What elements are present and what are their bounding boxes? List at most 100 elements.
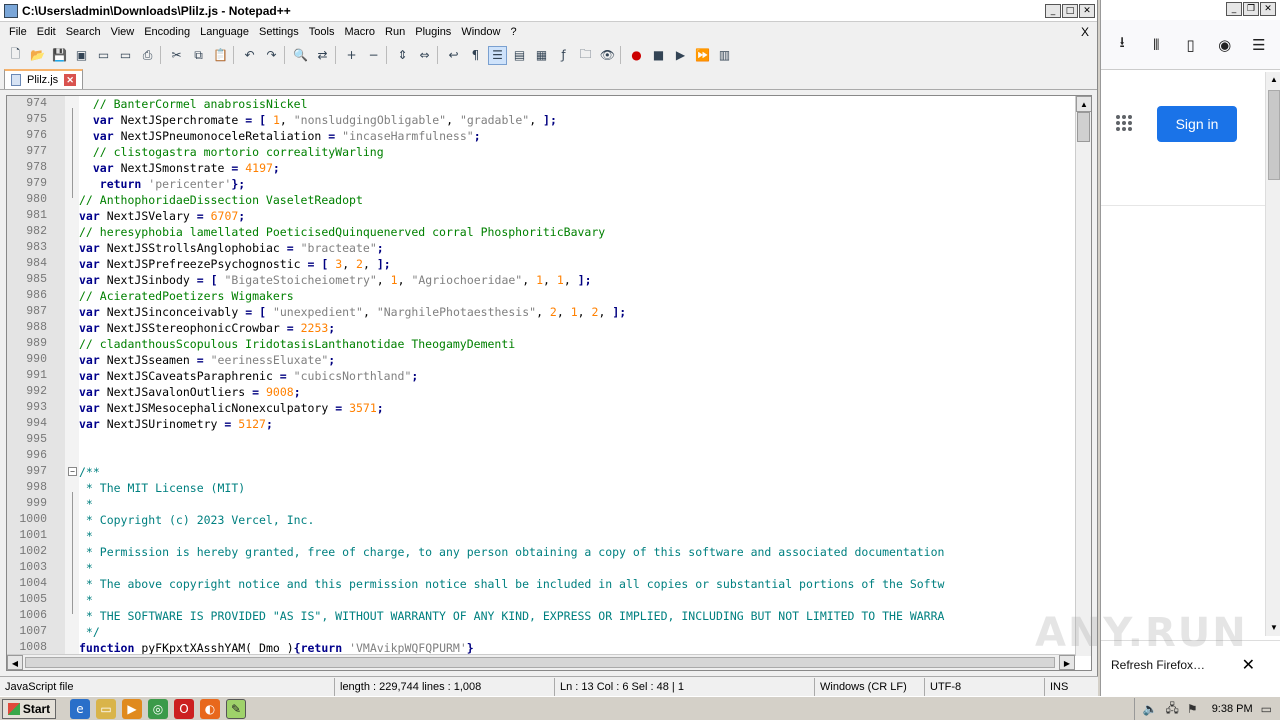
run-macro-multiple-icon[interactable]: ⏩ <box>693 46 712 65</box>
code-line[interactable]: 995 <box>7 432 1075 448</box>
code-line[interactable]: 1007 */ <box>7 624 1075 640</box>
account-icon[interactable]: ◉ <box>1215 35 1235 55</box>
status-insert-mode[interactable]: INS <box>1045 678 1095 696</box>
play-macro-icon[interactable]: ▶ <box>671 46 690 65</box>
code-line[interactable]: 982 // heresyphobia lamellated Poeticised… <box>7 224 1075 240</box>
code-line[interactable]: 987 var NextJSinconceivably = [ "unexpedi… <box>7 304 1075 320</box>
copy-icon[interactable]: ⧉ <box>189 46 208 65</box>
cut-icon[interactable]: ✂ <box>167 46 186 65</box>
menu-help[interactable]: ? <box>505 26 521 38</box>
close-tab-icon[interactable]: ✕ <box>64 74 77 86</box>
hamburger-menu-icon[interactable]: ☰ <box>1249 35 1269 55</box>
code-line[interactable]: 984 var NextJSPrefreezePsychognostic = [ … <box>7 256 1075 272</box>
sign-in-button[interactable]: Sign in <box>1157 106 1237 142</box>
show-desktop-icon[interactable]: ▭ <box>1261 702 1272 716</box>
code-line[interactable]: 989 // cladanthousScopulous IridotasisLan… <box>7 336 1075 352</box>
save-macro-icon[interactable]: ▥ <box>715 46 734 65</box>
flag-icon[interactable]: ⚑ <box>1187 702 1198 716</box>
show-all-chars-icon[interactable]: ¶ <box>466 46 485 65</box>
code-line[interactable]: 998 * The MIT License (MIT) <box>7 480 1075 496</box>
sync-h-icon[interactable]: ⇔ <box>415 46 434 65</box>
title-bar[interactable]: C:\Users\admin\Downloads\Plilz.js - Note… <box>0 0 1097 22</box>
code-area[interactable]: 974 // BanterCormel anabrosisNickel 975 v… <box>7 96 1075 656</box>
word-wrap-icon[interactable]: ↩ <box>444 46 463 65</box>
clock[interactable]: 9:38 PM <box>1212 703 1253 715</box>
menu-search[interactable]: Search <box>61 26 106 38</box>
code-line[interactable]: 975 var NextJSperchromate = [ 1, "nonslu… <box>7 112 1075 128</box>
firefox-scroll-down-arrow[interactable]: ▼ <box>1266 620 1280 636</box>
code-line[interactable]: 977 // clistogastra mortorio correalityW… <box>7 144 1075 160</box>
code-line[interactable]: 1004 * The above copyright notice and th… <box>7 576 1075 592</box>
code-line[interactable]: 983 var NextJSStrollsAnglophobiac = "brac… <box>7 240 1075 256</box>
code-line[interactable]: 980 // AnthophoridaeDissection VaseletRea… <box>7 192 1075 208</box>
indent-guide-icon[interactable]: ☰ <box>488 45 507 65</box>
code-line[interactable]: 978 var NextJSmonstrate = 4197; <box>7 160 1075 176</box>
notepadpp-taskbar-icon[interactable]: ✎ <box>226 698 246 719</box>
menu-macro[interactable]: Macro <box>339 26 380 38</box>
function-list-icon[interactable]: ƒ <box>554 46 573 65</box>
chrome-icon[interactable]: ◎ <box>148 698 168 719</box>
scroll-left-arrow[interactable]: ◀ <box>7 655 23 670</box>
firefox-restore-button[interactable]: ❐ <box>1243 2 1259 16</box>
code-line[interactable]: 981 var NextJSVelary = 6707; <box>7 208 1075 224</box>
code-line[interactable]: 1006 * THE SOFTWARE IS PROVIDED "AS IS",… <box>7 608 1075 624</box>
notification-text[interactable]: Refresh Firefox… <box>1111 658 1205 672</box>
menu-plugins[interactable]: Plugins <box>410 26 456 38</box>
print-icon[interactable]: ⎙ <box>138 46 157 65</box>
maximize-button[interactable]: □ <box>1062 3 1078 18</box>
sync-v-icon[interactable]: ⇕ <box>393 46 412 65</box>
code-line[interactable]: 992 var NextJSavalonOutliers = 9008; <box>7 384 1075 400</box>
sidebar-icon[interactable]: ▯ <box>1180 35 1200 55</box>
library-icon[interactable]: ⫴ <box>1146 35 1166 55</box>
open-file-icon[interactable]: 📂 <box>28 46 47 65</box>
code-line[interactable]: 1003 * <box>7 560 1075 576</box>
firefox-scroll-up-arrow[interactable]: ▲ <box>1266 72 1280 88</box>
code-line[interactable]: 976 var NextJSPneumonoceleRetaliation = … <box>7 128 1075 144</box>
media-player-icon[interactable]: ▶ <box>122 698 142 719</box>
tab-plilz-js[interactable]: Plilz.js ✕ <box>4 69 84 89</box>
menu-settings[interactable]: Settings <box>254 26 304 38</box>
status-eol[interactable]: Windows (CR LF) <box>815 677 925 696</box>
code-line[interactable]: 985 var NextJSinbody = [ "BigateStoicheio… <box>7 272 1075 288</box>
firefox-close-button[interactable]: ✕ <box>1260 2 1276 16</box>
firefox-title-bar[interactable]: _ ❐ ✕ <box>1101 0 1280 20</box>
menu-view[interactable]: View <box>106 26 140 38</box>
vertical-scrollbar[interactable]: ▲ <box>1075 96 1091 656</box>
paste-icon[interactable]: 📋 <box>211 46 230 65</box>
scroll-up-arrow[interactable]: ▲ <box>1076 96 1091 112</box>
code-line[interactable]: 1000 * Copyright (c) 2023 Vercel, Inc. <box>7 512 1075 528</box>
firefox-vertical-scrollbar[interactable]: ▲ ▼ <box>1265 72 1280 636</box>
internet-explorer-icon[interactable]: e <box>70 698 90 719</box>
code-line[interactable]: 1002 * Permission is hereby granted, fre… <box>7 544 1075 560</box>
close-window-button[interactable]: ✕ <box>1079 3 1095 18</box>
undo-icon[interactable]: ↶ <box>240 46 259 65</box>
network-icon[interactable]: 🖧 <box>1166 699 1179 720</box>
google-apps-icon[interactable] <box>1116 115 1132 131</box>
record-macro-icon[interactable]: ● <box>627 46 646 65</box>
notification-close-icon[interactable]: ✕ <box>1242 655 1255 674</box>
code-line[interactable]: 994 var NextJSUrinometry = 5127; <box>7 416 1075 432</box>
folder-workspace-icon[interactable]: 🗀 <box>576 46 595 65</box>
code-line[interactable]: 996 <box>7 448 1075 464</box>
menu-run[interactable]: Run <box>380 26 410 38</box>
find-icon[interactable]: 🔍 <box>291 46 310 65</box>
zoom-out-icon[interactable]: − <box>364 46 383 65</box>
code-line[interactable]: 979 return 'pericenter'}; <box>7 176 1075 192</box>
menu-edit[interactable]: Edit <box>32 26 61 38</box>
close-all-icon[interactable]: ▭ <box>116 46 135 65</box>
fold-toggle-icon[interactable]: − <box>68 467 77 476</box>
code-line[interactable]: 1005 * <box>7 592 1075 608</box>
code-line[interactable]: 997 /** − <box>7 464 1075 480</box>
menu-tools[interactable]: Tools <box>304 26 340 38</box>
menu-file[interactable]: File <box>4 26 32 38</box>
close-icon[interactable]: ▭ <box>94 46 113 65</box>
start-button[interactable]: Start <box>2 698 56 719</box>
scroll-right-arrow[interactable]: ▶ <box>1059 655 1075 670</box>
firefox-scroll-thumb[interactable] <box>1268 90 1280 180</box>
firefox-taskbar-icon[interactable]: ◐ <box>200 698 220 719</box>
menu-encoding[interactable]: Encoding <box>139 26 195 38</box>
zoom-in-icon[interactable]: + <box>342 46 361 65</box>
code-line[interactable]: 993 var NextJSMesocephalicNonexculpatory … <box>7 400 1075 416</box>
code-line[interactable]: 1001 * <box>7 528 1075 544</box>
code-line[interactable]: 999 * <box>7 496 1075 512</box>
